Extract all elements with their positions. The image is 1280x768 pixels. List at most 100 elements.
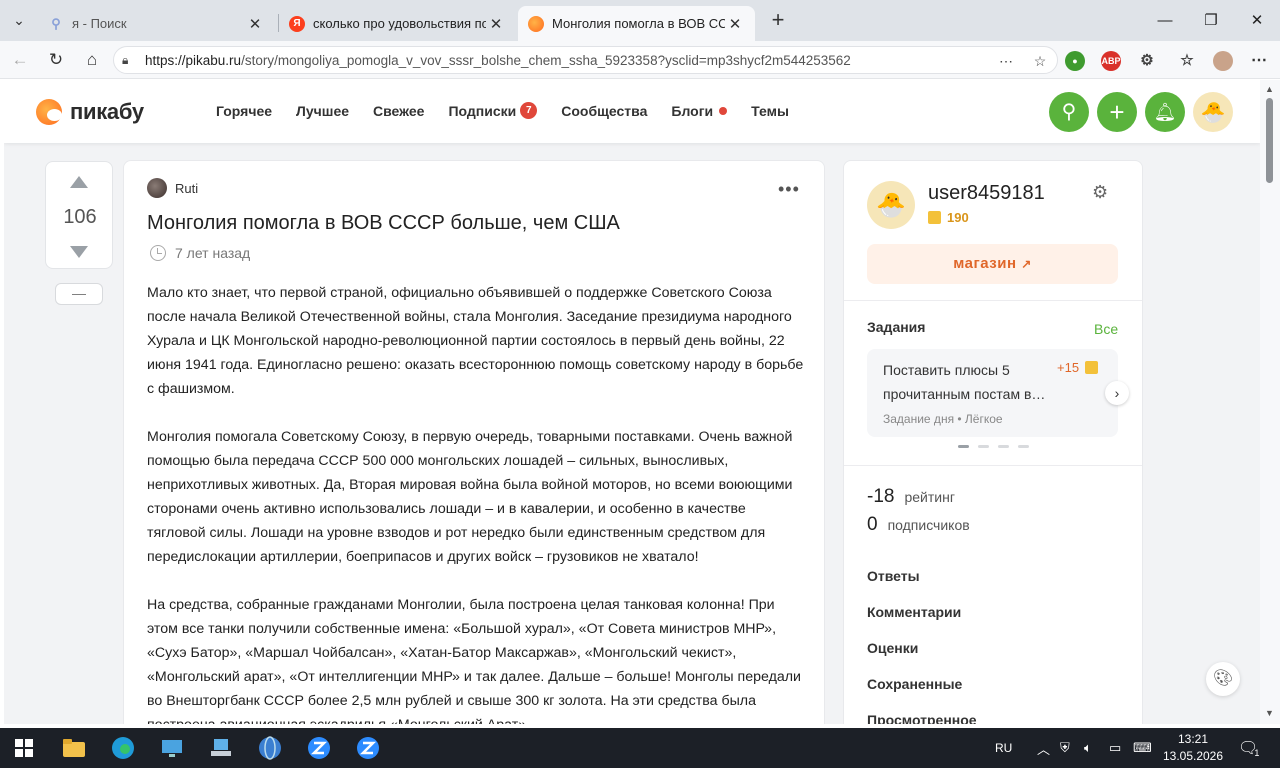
zoom-app-icon-2[interactable] xyxy=(354,734,382,762)
close-window-button[interactable]: ✕ xyxy=(1234,8,1280,34)
profile-avatar[interactable] xyxy=(1213,51,1233,71)
nav-blogs[interactable]: Блоги xyxy=(671,102,728,119)
link-ratings[interactable]: Оценки xyxy=(867,640,918,656)
globe-icon[interactable] xyxy=(256,734,284,762)
link-saved[interactable]: Сохраненные xyxy=(867,676,962,692)
user-avatar-button[interactable]: 🐣 xyxy=(1193,92,1233,132)
close-tab-icon[interactable]: ✕ xyxy=(725,15,745,33)
story-author[interactable]: Ruti xyxy=(147,178,198,198)
close-tab-icon[interactable]: ✕ xyxy=(245,15,265,33)
subscriptions-badge: 7 xyxy=(520,102,538,119)
link-answers[interactable]: Ответы xyxy=(867,568,920,584)
paragraph: Мало кто знает, что первой страной, офиц… xyxy=(147,285,804,397)
security-shield-icon[interactable]: ⛨ xyxy=(1060,728,1070,768)
scroll-down-icon[interactable]: ▼ xyxy=(1265,708,1274,718)
nav-best[interactable]: Лучшее xyxy=(296,102,349,119)
lock-icon[interactable]: 🔒︎ xyxy=(122,53,128,68)
bell-icon: 🔔︎ xyxy=(1153,102,1177,122)
subscribers-stat[interactable]: 0 подписчиков xyxy=(867,514,970,536)
nav-label: Блоги xyxy=(671,102,714,119)
scroll-thumb[interactable] xyxy=(1266,98,1273,183)
refresh-button[interactable]: ↻ xyxy=(43,48,69,72)
favorite-star-icon[interactable]: ☆ xyxy=(1030,51,1050,71)
upvote-icon[interactable] xyxy=(70,176,88,188)
nav-topics[interactable]: Темы xyxy=(751,102,789,119)
link-viewed[interactable]: Просмотренное xyxy=(867,712,977,724)
nav-communities[interactable]: Сообщества xyxy=(561,102,647,119)
zoom-app-icon[interactable] xyxy=(305,734,333,762)
reward-value: +15 xyxy=(1057,360,1080,375)
pager-dot[interactable] xyxy=(958,445,969,448)
file-explorer-icon[interactable] xyxy=(60,734,88,762)
pager-dot[interactable] xyxy=(978,445,989,448)
page-scrollbar[interactable]: ▲ ▼ xyxy=(1260,80,1280,724)
story-time: 7 лет назад xyxy=(150,245,250,261)
tab-title: Монголия помогла в ВОВ СССР б xyxy=(552,16,725,31)
username[interactable]: user8459181 xyxy=(928,182,1045,205)
palette-icon[interactable]: 🎨︎ xyxy=(1206,662,1240,696)
page-viewport: пикабу Горячее Лучшее Свежее Подписки 7 С… xyxy=(4,80,1260,724)
pager-dot[interactable] xyxy=(1018,445,1029,448)
back-button[interactable]: ← xyxy=(7,48,33,72)
search-icon: ⚲ xyxy=(51,15,61,31)
link-comments[interactable]: Комментарии xyxy=(867,604,961,620)
minimize-button[interactable]: — xyxy=(1142,8,1188,34)
edge-browser-icon[interactable] xyxy=(109,734,137,762)
new-tab-button[interactable]: + xyxy=(765,8,791,34)
clock-date: 13.05.2026 xyxy=(1162,749,1224,763)
notifications-button[interactable]: 🔔︎ xyxy=(1145,92,1185,132)
tab-actions-menu-button[interactable]: ⌄ xyxy=(4,6,34,34)
shop-label: магазин xyxy=(953,255,1017,272)
vote-box: 106 xyxy=(45,161,113,269)
close-tab-icon[interactable]: ✕ xyxy=(486,15,506,33)
tab-yandex[interactable]: Я сколько про удовольствия поста ✕ xyxy=(279,6,516,41)
nav-label: Темы xyxy=(751,102,789,119)
settings-more-icon[interactable]: ⋯ xyxy=(1249,51,1269,71)
search-button[interactable]: ⚲ xyxy=(1049,92,1089,132)
taskbar-clock[interactable]: 13:21 13.05.2026 xyxy=(1160,731,1226,765)
reader-mode-icon[interactable]: ⋯ xyxy=(996,51,1016,71)
notifications-center-icon[interactable]: 🗨︎ 1 xyxy=(1238,728,1259,768)
home-button[interactable]: ⌂ xyxy=(79,48,105,72)
extension-shield-icon[interactable]: ● xyxy=(1065,51,1085,71)
url-text: https://pikabu.ru/story/mongoliya_pomogl… xyxy=(145,53,851,68)
tasks-all-link[interactable]: Все xyxy=(1094,321,1118,337)
url-host: https://pikabu.ru xyxy=(145,53,242,68)
task-card[interactable]: Поставить плюсы 5 прочитанным постам в… … xyxy=(867,349,1118,437)
task-meta: Задание дня • Лёгкое xyxy=(883,412,1003,426)
more-options-icon[interactable]: ••• xyxy=(778,179,800,200)
site-logo[interactable]: пикабу xyxy=(36,99,144,125)
shop-button[interactable]: магазин ↗ xyxy=(867,244,1118,284)
address-bar[interactable]: 🔒︎ https://pikabu.ru/story/mongoliya_pom… xyxy=(113,46,1058,74)
pager-dot[interactable] xyxy=(998,445,1009,448)
address-toolbar: ← ↻ ⌂ 🔒︎ https://pikabu.ru/story/mongoli… xyxy=(0,41,1280,79)
nav-subscriptions[interactable]: Подписки 7 xyxy=(448,102,538,119)
network-icon[interactable]: ▭ xyxy=(1109,728,1121,768)
user-avatar[interactable]: 🐣 xyxy=(867,181,915,229)
scroll-up-icon[interactable]: ▲ xyxy=(1265,84,1274,94)
paragraph: Монголия помогала Советскому Союзу, в пе… xyxy=(147,429,793,565)
downvote-icon[interactable] xyxy=(70,246,88,258)
volume-icon[interactable]: 🔈︎ xyxy=(1084,728,1092,768)
tab-search[interactable]: ⚲ я - Поиск ✕ xyxy=(38,6,275,41)
plus-icon: + xyxy=(1109,97,1125,127)
story-title[interactable]: Монголия помогла в ВОВ СССР больше, чем … xyxy=(147,212,620,235)
show-hidden-icons-chevron-icon[interactable]: ︿ xyxy=(1037,728,1050,768)
nav-fresh[interactable]: Свежее xyxy=(373,102,424,119)
tab-pikabu[interactable]: Монголия помогла в ВОВ СССР б ✕ xyxy=(518,6,755,41)
collapse-post-button[interactable]: — xyxy=(55,283,103,305)
windows-start-icon[interactable] xyxy=(10,734,38,762)
chevron-right-icon[interactable]: › xyxy=(1105,381,1129,405)
monitor-app-icon[interactable] xyxy=(158,734,186,762)
favorites-icon[interactable]: ☆ xyxy=(1177,51,1197,71)
gear-icon[interactable]: ⚙ xyxy=(1092,182,1108,203)
restore-button[interactable]: ❐ xyxy=(1188,8,1234,34)
keyboard-icon[interactable]: ⌨ xyxy=(1133,728,1152,768)
adblock-icon[interactable]: ABP xyxy=(1101,51,1121,71)
nav-hot[interactable]: Горячее xyxy=(216,102,272,119)
computer-app-icon[interactable] xyxy=(207,734,235,762)
input-language[interactable]: RU xyxy=(995,728,1012,768)
extensions-puzzle-icon[interactable]: ⚙ xyxy=(1137,51,1157,71)
add-post-button[interactable]: + xyxy=(1097,92,1137,132)
rating-stat: -18 рейтинг xyxy=(867,486,955,508)
